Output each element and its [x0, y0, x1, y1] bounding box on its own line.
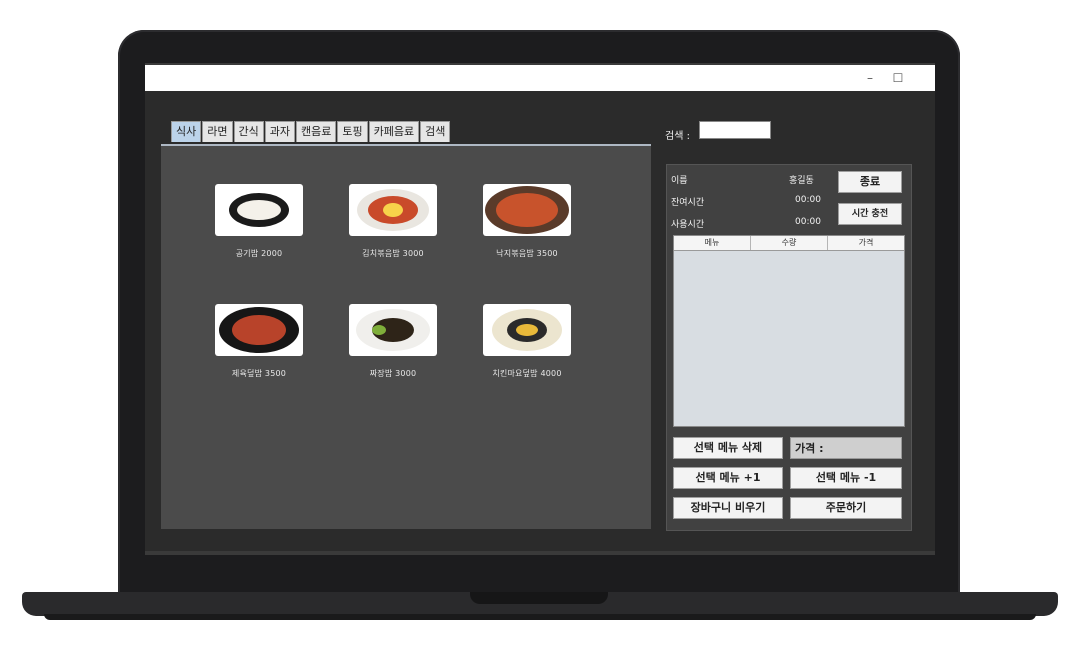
minus-one-button[interactable]: 선택 메뉴 -1: [790, 467, 902, 489]
menu-item-label: 김치볶음밥 3000: [362, 249, 424, 258]
app-window: 식사 라면 간식 과자 캔음료 토핑 카페음료 검색 공기밥 2000 김치볶음…: [145, 91, 935, 551]
food-image-kimchi-fried-rice: [349, 184, 437, 236]
food-image-jjajang-rice: [349, 304, 437, 356]
tab-topping[interactable]: 토핑: [337, 121, 368, 142]
tab-search[interactable]: 검색: [420, 121, 451, 142]
menu-item-label: 짜장밥 3000: [369, 369, 417, 378]
tab-cafe-drink[interactable]: 카페음료: [368, 121, 420, 142]
menu-item-label: 낙지볶음밥 3500: [496, 249, 558, 258]
menu-item-jjajang-rice[interactable]: 짜장밥 3000: [333, 304, 453, 379]
name-value: 홍길동: [789, 176, 814, 186]
maximize-icon[interactable]: ☐: [889, 69, 907, 87]
used-time-value: 00:00: [795, 217, 821, 227]
name-label: 이름: [671, 176, 688, 186]
laptop-notch: [470, 592, 608, 604]
used-time-label: 사용시간: [671, 220, 705, 230]
menu-item-label: 공기밥 2000: [235, 249, 283, 258]
food-image-chicken-mayo-rice: [483, 304, 571, 356]
tab-ramen[interactable]: 라면: [202, 121, 233, 142]
category-tabs: 식사 라면 간식 과자 캔음료 토핑 카페음료 검색: [171, 121, 451, 143]
charge-time-button[interactable]: 시간 충전: [838, 203, 902, 225]
menu-panel: 공기밥 2000 김치볶음밥 3000 낙지볶음밥 3500 제육덮밥 3500…: [161, 146, 651, 529]
column-menu[interactable]: 메뉴: [674, 236, 751, 250]
screen: – ☐ 식사 라면 간식 과자 캔음료 토핑 카페음료 검색 공기밥 2000: [145, 63, 935, 555]
window-titlebar: – ☐: [145, 65, 935, 91]
menu-item-kimchi-fried-rice[interactable]: 김치볶음밥 3000: [333, 184, 453, 259]
order-button[interactable]: 주문하기: [790, 497, 902, 519]
cart-table-header: 메뉴 수량 가격: [674, 236, 904, 251]
remaining-time-label: 잔여시간: [671, 198, 705, 208]
menu-item-label: 치킨마요덮밥 4000: [492, 369, 562, 378]
tab-meal[interactable]: 식사: [171, 121, 202, 142]
tab-snack[interactable]: 간식: [233, 121, 264, 142]
plus-one-button[interactable]: 선택 메뉴 +1: [673, 467, 783, 489]
menu-item-octopus-fried-rice[interactable]: 낙지볶음밥 3500: [467, 184, 587, 259]
laptop-base-lip: [44, 614, 1036, 620]
delete-selected-button[interactable]: 선택 메뉴 삭제: [673, 437, 783, 459]
food-image-rice-bowl: [215, 184, 303, 236]
clear-cart-button[interactable]: 장바구니 비우기: [673, 497, 783, 519]
price-display: 가격 :: [790, 437, 902, 459]
tab-chips[interactable]: 과자: [264, 121, 295, 142]
cart-table[interactable]: 메뉴 수량 가격: [673, 235, 905, 427]
menu-item-pork-rice-bowl[interactable]: 제육덮밥 3500: [199, 304, 319, 379]
search-label: 검색 :: [665, 131, 690, 142]
menu-item-label: 제육덮밥 3500: [231, 369, 287, 378]
food-image-octopus-fried-rice: [483, 184, 571, 236]
menu-item-rice[interactable]: 공기밥 2000: [199, 184, 319, 259]
minimize-icon[interactable]: –: [861, 69, 879, 87]
order-panel: 이름 홍길동 잔여시간 00:00 사용시간 00:00 종료 시간 충전 메뉴…: [666, 164, 912, 531]
tab-can-drink[interactable]: 캔음료: [296, 121, 337, 142]
column-quantity[interactable]: 수량: [751, 236, 828, 250]
search-input[interactable]: [699, 121, 771, 139]
remaining-time-value: 00:00: [795, 195, 821, 205]
column-price[interactable]: 가격: [828, 236, 904, 250]
exit-button[interactable]: 종료: [838, 171, 902, 193]
food-image-pork-rice-bowl: [215, 304, 303, 356]
menu-item-chicken-mayo-rice[interactable]: 치킨마요덮밥 4000: [467, 304, 587, 379]
